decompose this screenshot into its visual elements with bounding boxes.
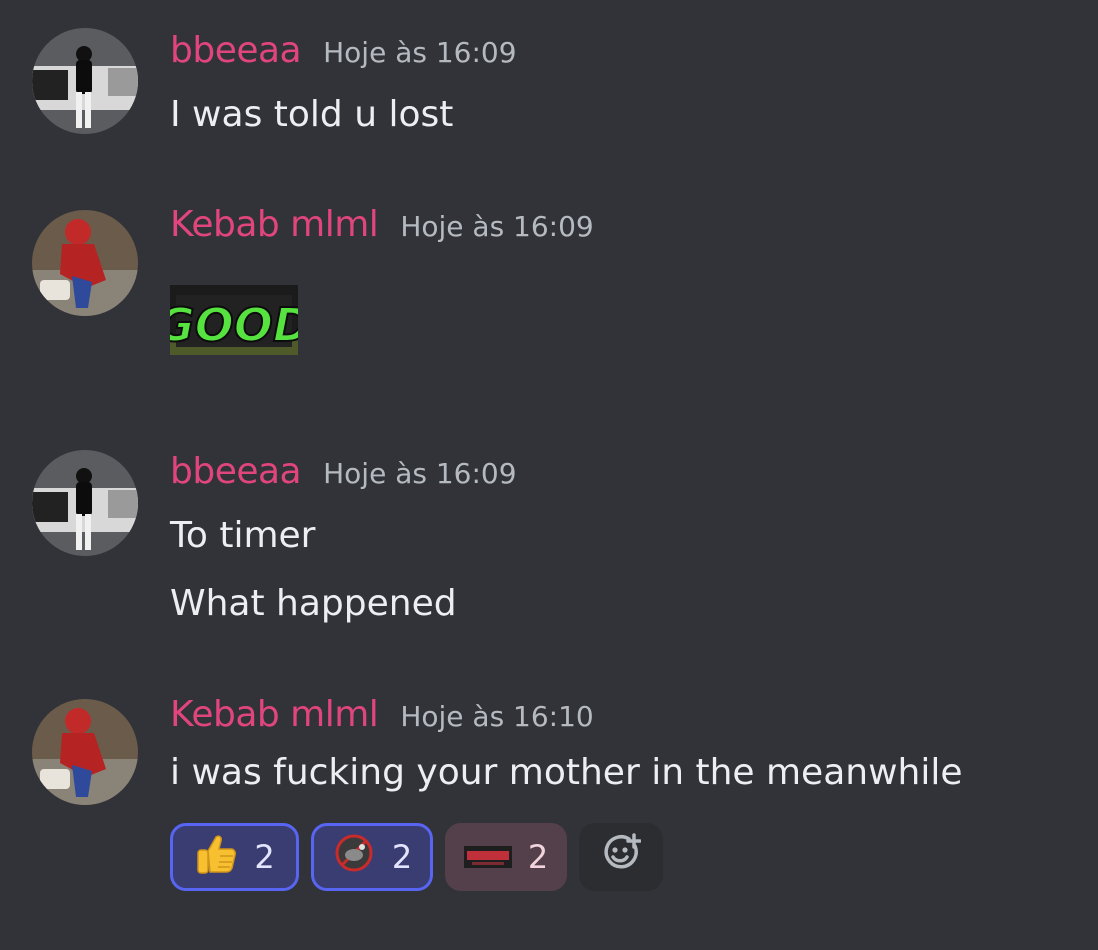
username[interactable]: bbeeaa (170, 30, 302, 71)
message-text: To timer (170, 515, 316, 556)
message-text: What happened (170, 583, 457, 624)
add-reaction-button[interactable] (579, 823, 663, 891)
timestamp: Hoje às 16:09 (400, 210, 594, 243)
username[interactable]: Kebab mlml (170, 204, 379, 245)
reaction-thumbs-up[interactable]: 2 (170, 823, 299, 891)
avatar[interactable] (32, 699, 138, 805)
message-feed: bbeeaa Hoje às 16:09 I was told u lost K… (0, 0, 1098, 950)
message-text: i was fucking your mother in the meanwhi… (170, 752, 963, 793)
reaction-count: 2 (391, 838, 413, 876)
message-header: Kebab mlml Hoje às 16:10 (170, 694, 594, 735)
message-header: bbeeaa Hoje às 16:09 (170, 451, 517, 492)
reaction-bar: 2 2 2 (170, 823, 663, 891)
sticker-image[interactable]: GOOD (156, 285, 312, 355)
avatar[interactable] (32, 28, 138, 134)
custom-sticker-icon (332, 831, 376, 883)
timestamp: Hoje às 16:09 (323, 457, 517, 490)
avatar[interactable] (32, 450, 138, 556)
add-reaction-icon (601, 833, 642, 881)
message-header: bbeeaa Hoje às 16:09 (170, 30, 517, 71)
reaction-custom-sticker[interactable]: 2 (311, 823, 433, 891)
message-text: I was told u lost (170, 94, 454, 135)
reaction-custom-banner[interactable]: 2 (445, 823, 567, 891)
timestamp: Hoje às 16:10 (400, 700, 594, 733)
avatar[interactable] (32, 210, 138, 316)
message-header: Kebab mlml Hoje às 16:09 (170, 204, 594, 245)
username[interactable]: bbeeaa (170, 451, 302, 492)
custom-banner-icon (463, 838, 512, 876)
username[interactable]: Kebab mlml (170, 694, 379, 735)
thumbs-up-icon (194, 831, 238, 883)
reaction-count: 2 (527, 838, 549, 876)
timestamp: Hoje às 16:09 (323, 36, 517, 69)
reaction-count: 2 (254, 838, 275, 876)
sticker-text: GOOD (170, 298, 298, 352)
